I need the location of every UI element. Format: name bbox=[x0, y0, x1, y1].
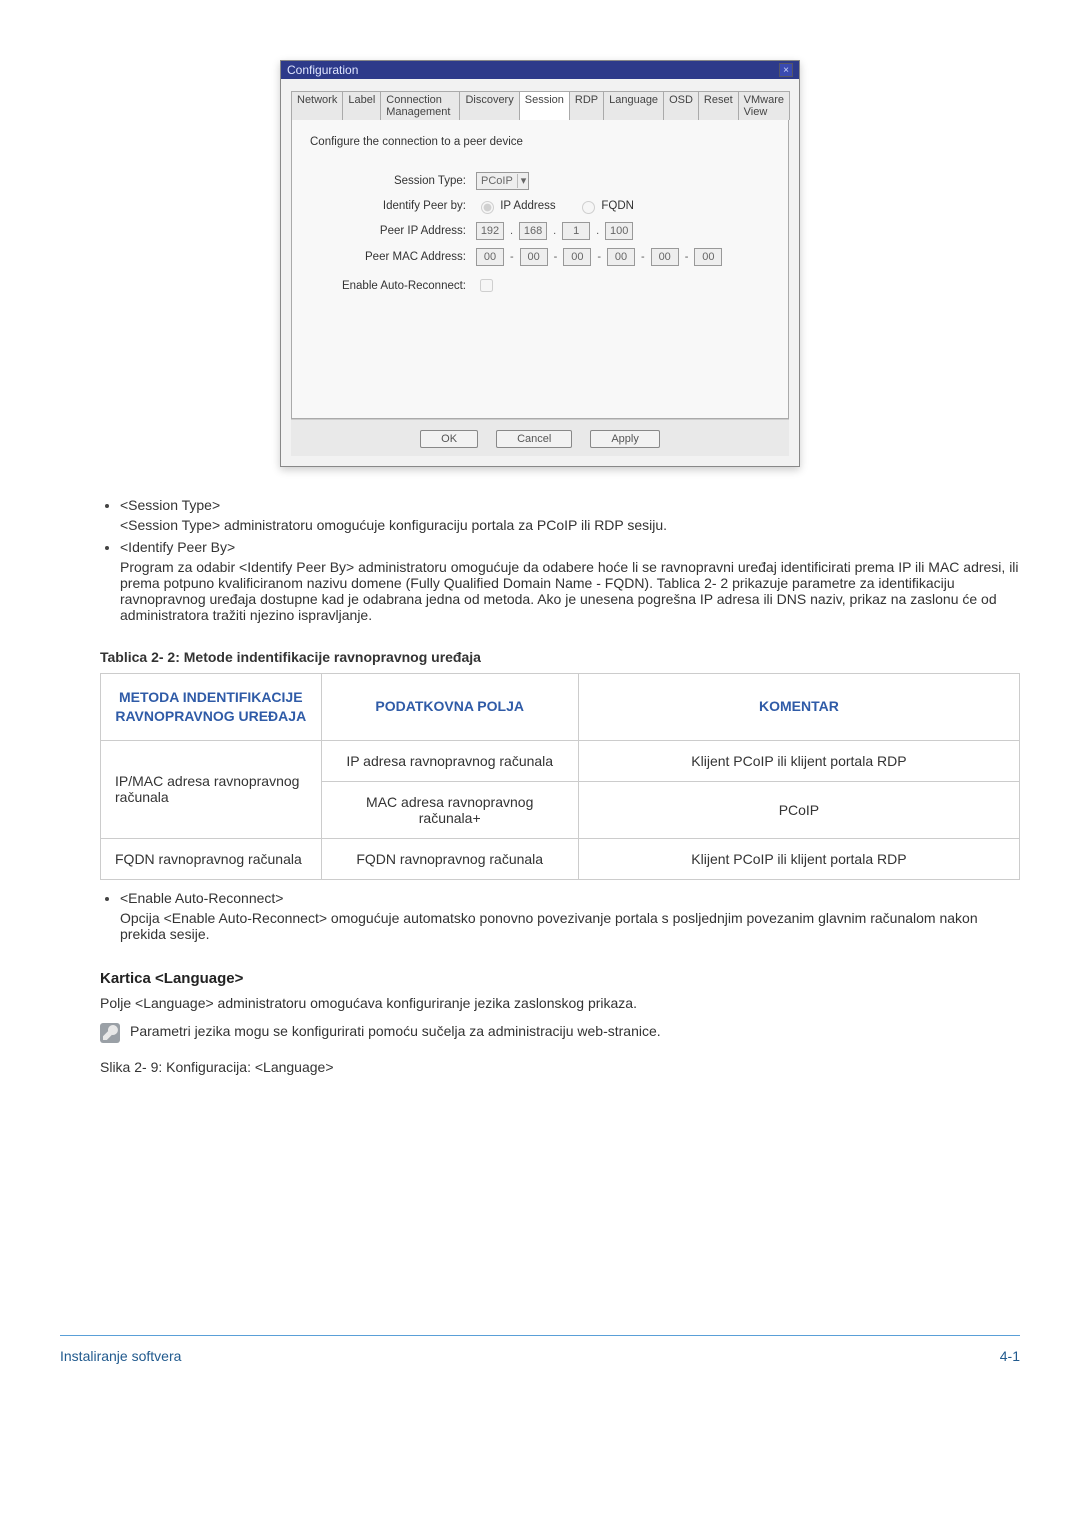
tab-vmware-view[interactable]: VMware View bbox=[738, 91, 790, 120]
tab-reset[interactable]: Reset bbox=[698, 91, 739, 120]
cell-method: FQDN ravnopravnog računala bbox=[101, 838, 322, 879]
ok-button[interactable]: OK bbox=[420, 430, 478, 448]
label-enable-auto-reconnect: Enable Auto-Reconnect: bbox=[306, 280, 476, 292]
table-caption: Tablica 2- 2: Metode indentifikacije rav… bbox=[60, 649, 1020, 665]
bullet-session-type: <Session Type> <Session Type> administra… bbox=[120, 497, 1020, 533]
cancel-button[interactable]: Cancel bbox=[496, 430, 572, 448]
table-header-fields: PODATKOVNA POLJA bbox=[321, 674, 578, 741]
configuration-dialog: Configuration × Network Label Connection… bbox=[280, 60, 800, 467]
note-text: Parametri jezika mogu se konfigurirati p… bbox=[130, 1023, 661, 1039]
dialog-title: Configuration bbox=[287, 63, 358, 77]
bullet-head: <Session Type> bbox=[120, 497, 220, 513]
radio-ip-address[interactable]: IP Address bbox=[476, 198, 556, 214]
cell-comment: PCoIP bbox=[578, 781, 1019, 838]
tab-language[interactable]: Language bbox=[603, 91, 664, 120]
footer-page-number: 4-1 bbox=[1000, 1348, 1020, 1364]
tab-rdp[interactable]: RDP bbox=[569, 91, 604, 120]
dialog-tabs: Network Label Connection Management Disc… bbox=[291, 91, 789, 120]
label-session-type: Session Type: bbox=[306, 175, 476, 187]
dialog-titlebar: Configuration × bbox=[281, 61, 799, 79]
identification-methods-table: METODA INDENTIFIKACIJE RAVNOPRAVNOG UREĐ… bbox=[100, 673, 1020, 880]
page-footer: Instaliranje softvera 4-1 bbox=[60, 1335, 1020, 1364]
session-type-select[interactable]: PCoIP ▾ bbox=[476, 172, 529, 190]
tab-network[interactable]: Network bbox=[291, 91, 343, 120]
dialog-panel: Configure the connection to a peer devic… bbox=[291, 119, 789, 419]
bullet-head: <Identify Peer By> bbox=[120, 539, 235, 555]
tab-discovery[interactable]: Discovery bbox=[459, 91, 519, 120]
table-header-method: METODA INDENTIFIKACIJE RAVNOPRAVNOG UREĐ… bbox=[101, 674, 322, 741]
tab-connection-management[interactable]: Connection Management bbox=[380, 91, 460, 120]
note: Parametri jezika mogu se konfigurirati p… bbox=[100, 1023, 1020, 1043]
cell-field: FQDN ravnopravnog računala bbox=[321, 838, 578, 879]
table-header-comment: KOMENTAR bbox=[578, 674, 1019, 741]
bullet-body: Program za odabir <Identify Peer By> adm… bbox=[120, 559, 1020, 623]
label-peer-mac: Peer MAC Address: bbox=[306, 251, 476, 263]
section-heading-language: Kartica <Language> bbox=[100, 970, 1020, 987]
tab-label[interactable]: Label bbox=[342, 91, 381, 120]
bullet-body: Opcija <Enable Auto-Reconnect> omogućuje… bbox=[120, 910, 1020, 942]
cell-comment: Klijent PCoIP ili klijent portala RDP bbox=[578, 838, 1019, 879]
close-icon[interactable]: × bbox=[779, 63, 793, 77]
cell-field: MAC adresa ravnopravnog računala+ bbox=[321, 781, 578, 838]
session-type-value: PCoIP bbox=[481, 174, 513, 188]
peer-mac-input[interactable]: 00- 00- 00- 00- 00- 00 bbox=[476, 248, 722, 266]
radio-fqdn[interactable]: FQDN bbox=[577, 198, 634, 214]
figure-caption: Slika 2- 9: Konfiguracija: <Language> bbox=[100, 1059, 1020, 1075]
peer-ip-input[interactable]: 192. 168. 1. 100 bbox=[476, 222, 633, 240]
cell-field: IP adresa ravnopravnog računala bbox=[321, 740, 578, 781]
table-row: IP/MAC adresa ravnopravnog računala IP a… bbox=[101, 740, 1020, 781]
cell-method: IP/MAC adresa ravnopravnog računala bbox=[101, 740, 322, 838]
chevron-down-icon: ▾ bbox=[517, 174, 527, 188]
tab-osd[interactable]: OSD bbox=[663, 91, 699, 120]
bullet-body: <Session Type> administratoru omogućuje … bbox=[120, 517, 1020, 533]
dialog-instruction: Configure the connection to a peer devic… bbox=[310, 136, 774, 148]
table-row: FQDN ravnopravnog računala FQDN ravnopra… bbox=[101, 838, 1020, 879]
tab-session[interactable]: Session bbox=[519, 91, 570, 120]
apply-button[interactable]: Apply bbox=[590, 430, 660, 448]
label-peer-ip: Peer IP Address: bbox=[306, 225, 476, 237]
enable-auto-reconnect-checkbox[interactable] bbox=[480, 279, 493, 292]
cell-comment: Klijent PCoIP ili klijent portala RDP bbox=[578, 740, 1019, 781]
bullet-head: <Enable Auto-Reconnect> bbox=[120, 890, 283, 906]
section-paragraph: Polje <Language> administratoru omogućav… bbox=[100, 995, 1020, 1011]
label-identify-peer-by: Identify Peer by: bbox=[306, 200, 476, 212]
footer-section-title: Instaliranje softvera bbox=[60, 1348, 181, 1364]
wrench-icon bbox=[100, 1023, 120, 1043]
bullet-identify-peer: <Identify Peer By> Program za odabir <Id… bbox=[120, 539, 1020, 623]
bullet-enable-auto-reconnect: <Enable Auto-Reconnect> Opcija <Enable A… bbox=[120, 890, 1020, 942]
